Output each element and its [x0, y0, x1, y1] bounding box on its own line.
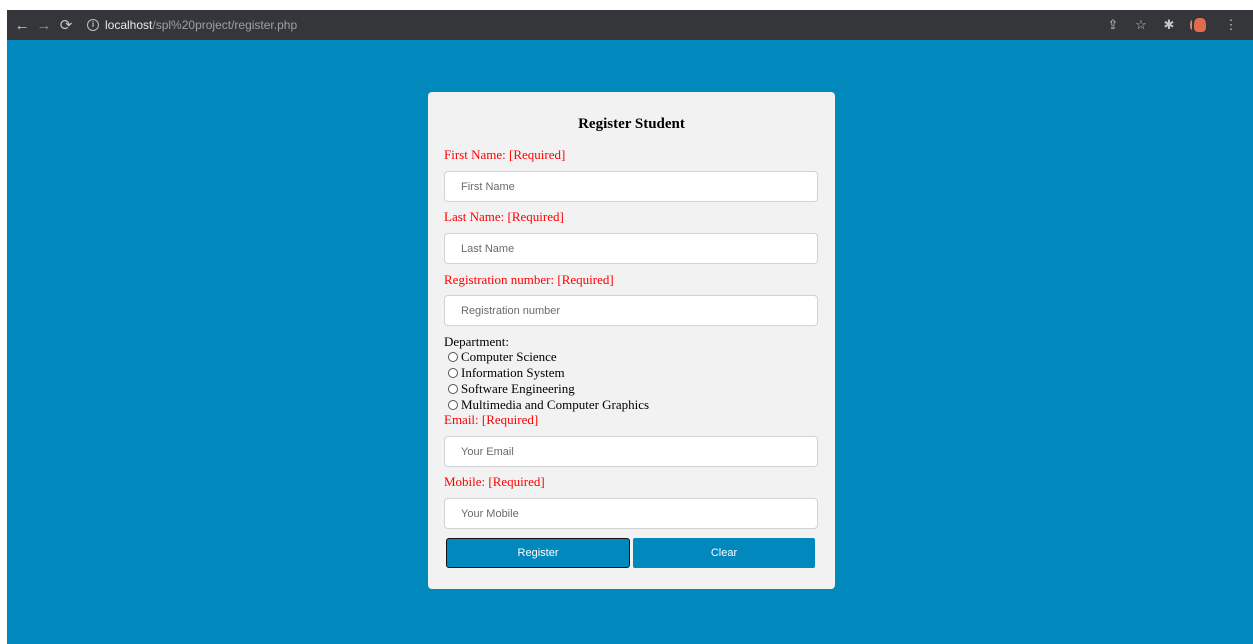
register-button[interactable]: Register [446, 538, 630, 568]
first-name-input[interactable] [444, 171, 818, 202]
page-background: Register Student First Name: [Required] … [7, 40, 1253, 644]
url-host: localhost [105, 18, 153, 32]
registration-number-label: Registration number: [Required] [444, 272, 614, 287]
share-icon[interactable]: ⇪ [1105, 17, 1121, 33]
email-label: Email: [Required] [444, 412, 539, 427]
department-option-multimedia[interactable]: Multimedia and Computer Graphics [448, 397, 649, 413]
department-option-computer-science[interactable]: Computer Science [448, 349, 557, 365]
radio-button[interactable] [448, 352, 458, 362]
mobile-label: Mobile: [Required] [444, 474, 545, 489]
form-title: Register Student [578, 116, 685, 132]
address-bar[interactable]: i localhost/spl%20project/register.php [87, 14, 297, 36]
register-form-card: Register Student First Name: [Required] … [428, 92, 835, 589]
radio-button[interactable] [448, 368, 458, 378]
last-name-input[interactable] [444, 233, 818, 264]
department-label: Department: [444, 334, 509, 349]
department-option-label: Software Engineering [461, 381, 575, 396]
department-option-software-engineering[interactable]: Software Engineering [448, 381, 575, 397]
email-input[interactable] [444, 436, 818, 467]
bookmark-star-icon[interactable]: ☆ [1133, 17, 1149, 33]
menu-kebab-icon[interactable]: ⋮ [1223, 17, 1239, 33]
last-name-label: Last Name: [Required] [444, 209, 564, 224]
department-option-information-system[interactable]: Information System [448, 365, 565, 381]
profile-avatar-icon[interactable] [1189, 16, 1211, 34]
url-path: /spl%20project/register.php [152, 18, 298, 32]
extensions-puzzle-icon[interactable]: ✱ [1161, 17, 1177, 33]
forward-arrow-icon[interactable]: → [33, 14, 55, 36]
department-option-label: Information System [461, 365, 565, 380]
department-option-label: Multimedia and Computer Graphics [461, 397, 650, 412]
radio-button[interactable] [448, 384, 458, 394]
clear-button[interactable]: Clear [633, 538, 815, 568]
back-arrow-icon[interactable]: ← [11, 14, 33, 36]
mobile-input[interactable] [444, 498, 818, 529]
browser-toolbar: ← → ⟳ i localhost/spl%20project/register… [7, 10, 1253, 40]
radio-button[interactable] [448, 400, 458, 410]
registration-number-input[interactable] [444, 295, 818, 326]
reload-icon[interactable]: ⟳ [55, 14, 77, 36]
site-info-icon[interactable]: i [87, 19, 99, 31]
department-option-label: Computer Science [461, 349, 557, 364]
first-name-label: First Name: [Required] [444, 147, 566, 162]
